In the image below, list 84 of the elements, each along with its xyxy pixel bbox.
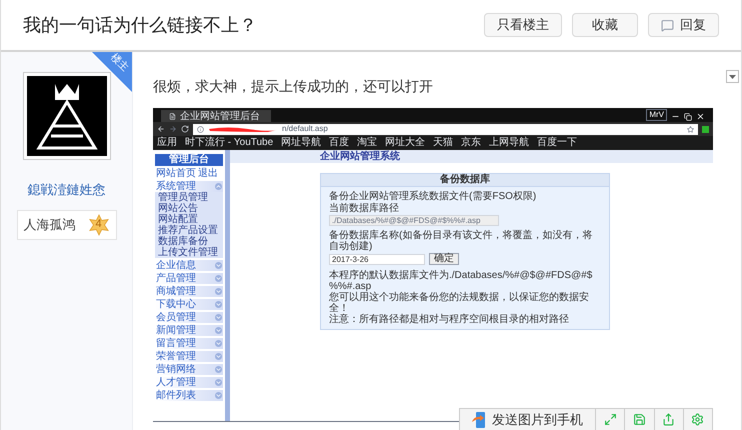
- back-icon[interactable]: [157, 125, 165, 133]
- expand-icon[interactable]: [215, 379, 222, 386]
- rank-title: 人海孤鸿: [24, 216, 76, 234]
- menu-group[interactable]: 商城管理: [155, 286, 223, 297]
- thread-title: 我的一句话为什么链接不上？: [23, 14, 258, 36]
- menu-group[interactable]: 新闻管理: [155, 325, 223, 336]
- note-text: 您可以用这个功能来备份您的法规数据，以保证您的数据安全！: [329, 292, 590, 314]
- bookmark-link[interactable]: 京东: [461, 137, 482, 149]
- expand-icon[interactable]: [215, 327, 222, 334]
- extension-icon[interactable]: [702, 126, 709, 132]
- avatar-image[interactable]: [26, 76, 106, 156]
- bookmark-link[interactable]: 百度: [329, 137, 350, 149]
- dropdown-caret-icon[interactable]: [729, 74, 736, 78]
- expand-icon[interactable]: [215, 366, 222, 373]
- panel-title: 备份数据库: [440, 174, 490, 186]
- author-name-link[interactable]: 鎴戦潱鏈姓悆: [28, 180, 106, 200]
- expand-icon[interactable]: [215, 301, 222, 308]
- menu-group[interactable]: 会员管理: [155, 312, 223, 323]
- menu-group[interactable]: 人才管理: [155, 377, 223, 388]
- menu-item[interactable]: 网站配置: [155, 214, 223, 225]
- page-icon: [169, 112, 176, 120]
- collapse-icon[interactable]: [215, 183, 222, 190]
- menu-group[interactable]: 营销网络: [155, 364, 223, 375]
- expand-icon[interactable]: [215, 353, 222, 360]
- expand-icon[interactable]: [215, 340, 222, 347]
- name-field[interactable]: 2017-3-26: [329, 254, 425, 265]
- menu-group[interactable]: 产品管理: [155, 273, 223, 284]
- menu-item[interactable]: 网站公告: [155, 203, 223, 214]
- menu-group[interactable]: 荣誉管理: [155, 351, 223, 362]
- menu-group[interactable]: 企业信息: [155, 260, 223, 271]
- restore-icon[interactable]: [684, 113, 692, 121]
- header-button[interactable]: 只看楼主: [484, 13, 562, 37]
- info-icon[interactable]: [197, 126, 204, 132]
- bookmark-link[interactable]: 应用: [157, 137, 177, 149]
- address-bar[interactable]: n/default.asp: [193, 124, 698, 134]
- bookmark-link[interactable]: 时下流行 - YouTube: [185, 137, 274, 149]
- bookmark-link[interactable]: 百度一下: [537, 137, 578, 149]
- panel-heading: 备份企业网站管理系统数据文件(需要FSO权限): [329, 191, 538, 202]
- expand-icon[interactable]: [215, 275, 222, 282]
- forward-icon[interactable]: [169, 125, 177, 133]
- post-text: 很烦，求大神，提示上传成功的，还可以打开: [153, 77, 434, 96]
- field-label: 当前数据库路径: [329, 203, 400, 214]
- level-number: 4: [95, 219, 102, 230]
- reply-button[interactable]: 回复: [648, 13, 719, 37]
- field-label: 备份数据库名称(如备份目录有该文件，将覆盖，如没有，将自动创建): [329, 230, 594, 252]
- bookmark-link[interactable]: 天猫: [433, 137, 454, 149]
- menu-item[interactable]: 上传文件管理: [155, 247, 223, 258]
- bookmark-star-icon[interactable]: [687, 126, 694, 132]
- expand-icon[interactable]: [215, 392, 222, 399]
- sidebar-title: 管理后台: [155, 154, 223, 166]
- sidebar-link[interactable]: 网站首页: [156, 168, 196, 179]
- settings-icon[interactable]: [691, 413, 704, 426]
- phone-icon: [472, 412, 486, 428]
- bookmark-link[interactable]: 网址导航: [281, 137, 322, 149]
- save-icon[interactable]: [632, 413, 646, 426]
- profile-label[interactable]: MrV: [646, 109, 667, 121]
- expand-icon[interactable]: [215, 288, 222, 295]
- share-icon[interactable]: [662, 413, 676, 426]
- bookmark-link[interactable]: 网址大全: [385, 137, 426, 149]
- speech-bubble-icon: [661, 18, 674, 32]
- page-header: 企业网站管理系统: [230, 150, 713, 163]
- menu-item[interactable]: 数据库备份: [155, 236, 223, 247]
- redaction-scribble: [208, 126, 278, 132]
- fullscreen-icon[interactable]: [604, 413, 617, 426]
- send-to-phone-button[interactable]: 发送图片到手机: [460, 409, 596, 430]
- sidebar-link[interactable]: 退出: [198, 168, 218, 179]
- menu-group[interactable]: 下载中心: [155, 299, 223, 310]
- expand-icon[interactable]: [215, 314, 222, 321]
- note-text: 本程序的默认数据库文件为./Databases/%#@$@#FDS@#$%%#.asp: [329, 270, 594, 292]
- close-icon[interactable]: [696, 112, 705, 121]
- star-icon: [88, 214, 110, 236]
- menu-item[interactable]: 管理员管理: [155, 192, 223, 203]
- expand-icon[interactable]: [215, 262, 222, 269]
- menu-group[interactable]: 留言管理: [155, 338, 223, 349]
- note-text: 注意：所有路径都是相对与程序空间根目录的相对路径: [329, 314, 570, 325]
- reload-icon[interactable]: [181, 125, 189, 133]
- confirm-button[interactable]: 确定: [429, 253, 459, 265]
- menu-group[interactable]: 系统管理: [155, 181, 223, 192]
- path-field[interactable]: ./Databases/%#@$@#FDS@#$%%#.asp: [329, 215, 499, 226]
- menu-group[interactable]: 邮件列表: [155, 390, 223, 401]
- bookmark-link[interactable]: 上网导航: [489, 137, 530, 149]
- menu-item[interactable]: 推荐产品设置: [155, 225, 223, 236]
- bookmark-link[interactable]: 淘宝: [357, 137, 378, 149]
- header-button[interactable]: 收藏: [572, 13, 638, 37]
